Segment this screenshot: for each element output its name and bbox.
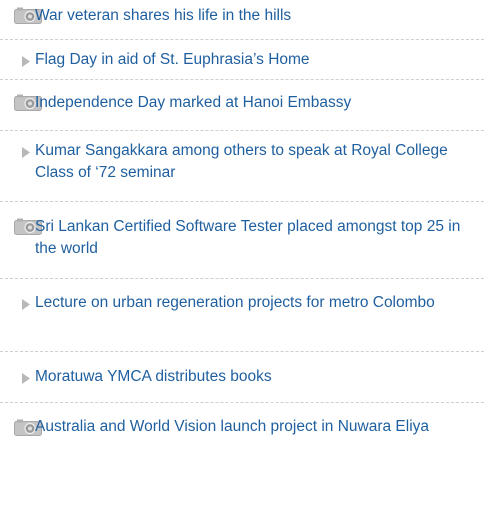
news-item: Sri Lankan Certified Software Tester pla… [0, 202, 484, 279]
news-link[interactable]: Flag Day in aid of St. Euphrasia’s Home [35, 49, 475, 71]
bullet-arrow-icon [22, 145, 30, 158]
bullet-arrow-icon [22, 297, 30, 310]
news-item: War veteran shares his life in the hills [0, 0, 484, 40]
news-link[interactable]: Moratuwa YMCA distributes books [35, 366, 475, 388]
news-link[interactable]: War veteran shares his life in the hills [35, 5, 475, 27]
news-link[interactable]: Sri Lankan Certified Software Tester pla… [35, 216, 475, 260]
news-item: Kumar Sangakkara among others to speak a… [0, 131, 484, 202]
bullet-arrow-icon [22, 54, 30, 67]
news-item: Independence Day marked at Hanoi Embassy [0, 80, 484, 131]
news-item: Lecture on urban regeneration projects f… [0, 279, 484, 352]
news-link[interactable]: Australia and World Vision launch projec… [35, 416, 475, 438]
news-link[interactable]: Independence Day marked at Hanoi Embassy [35, 92, 475, 114]
news-item: Moratuwa YMCA distributes books [0, 352, 484, 403]
news-link[interactable]: Kumar Sangakkara among others to speak a… [35, 140, 475, 184]
news-list: War veteran shares his life in the hills… [0, 0, 484, 478]
bullet-arrow-icon [22, 371, 30, 384]
news-item: Flag Day in aid of St. Euphrasia’s Home [0, 40, 484, 80]
news-item: Australia and World Vision launch projec… [0, 403, 484, 478]
news-link[interactable]: Lecture on urban regeneration projects f… [35, 292, 475, 314]
